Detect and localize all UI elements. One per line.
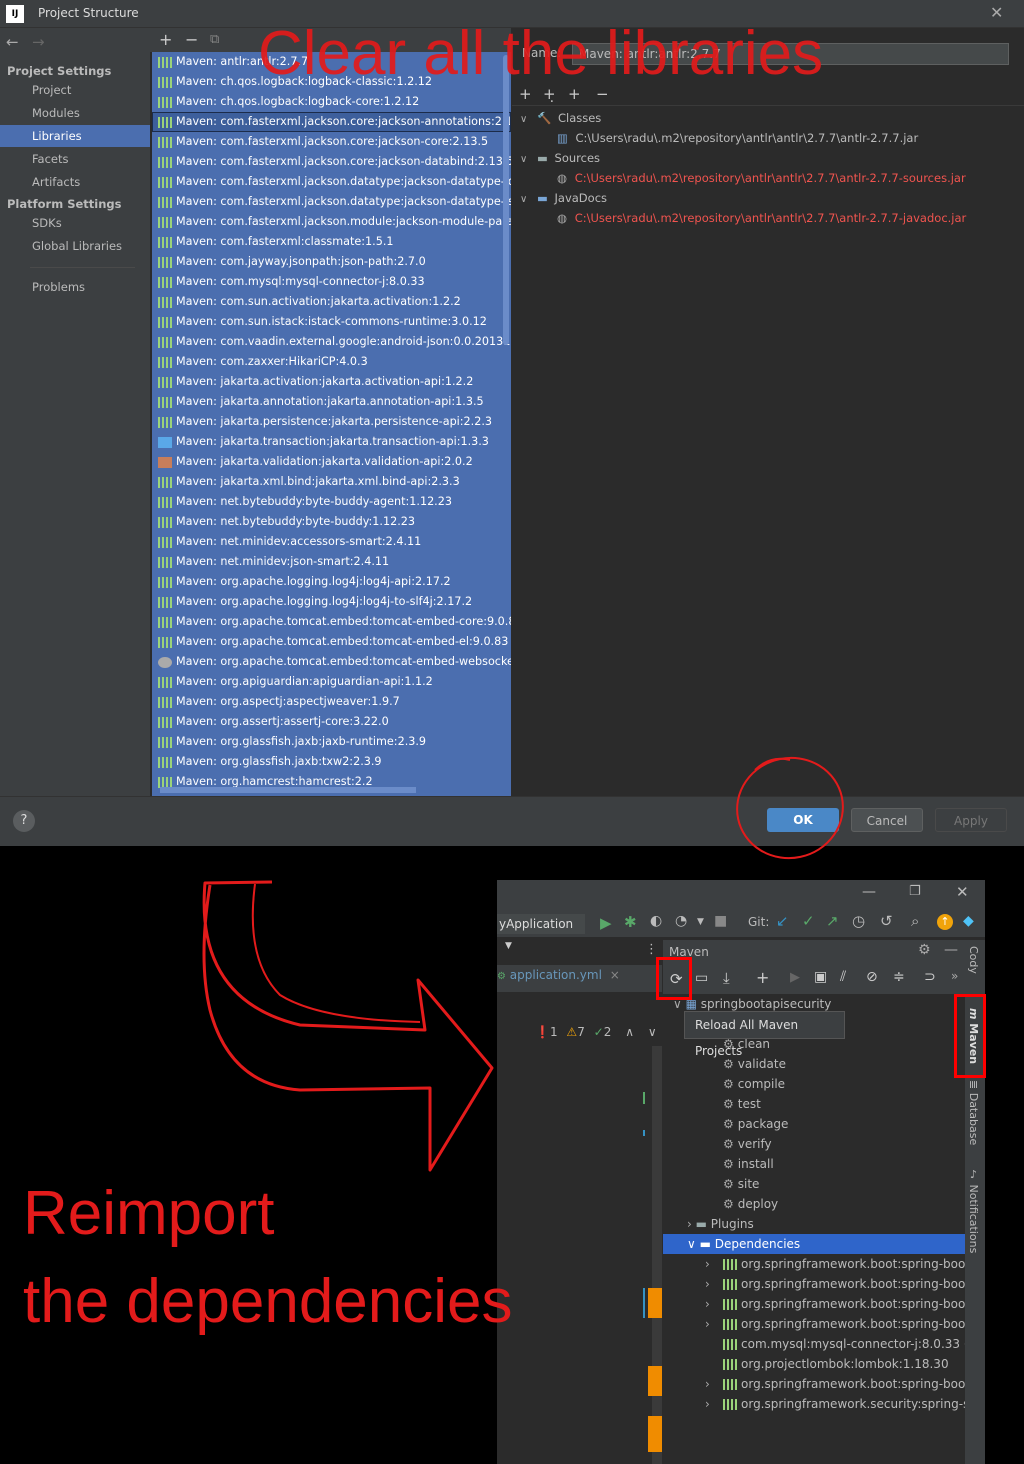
maven-tab-highlight [954, 994, 986, 1078]
ok-circle-tail [754, 757, 791, 771]
arrow-inner-stroke [251, 883, 421, 1023]
annotation-drawings [202, 756, 844, 1172]
curved-arrow-annotation [202, 880, 494, 1172]
ok-circle-annotation [736, 756, 844, 860]
reload-button-highlight [656, 957, 692, 1000]
